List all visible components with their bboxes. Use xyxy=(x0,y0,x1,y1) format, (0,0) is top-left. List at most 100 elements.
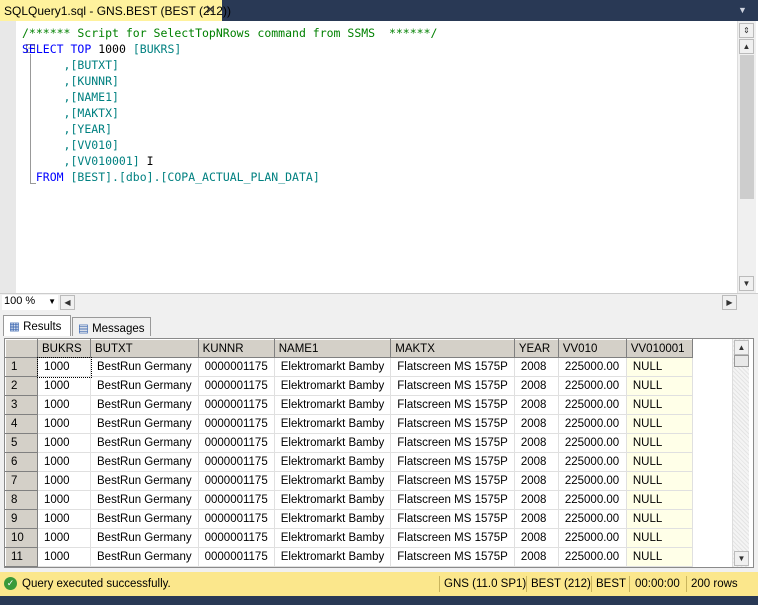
query-editor[interactable]: − /****** Script for SelectTopNRows comm… xyxy=(0,21,758,293)
results-grid[interactable]: BUKRS BUTXT KUNNR NAME1 MAKTX YEAR VV010… xyxy=(4,338,754,568)
table-cell[interactable]: 2008 xyxy=(513,490,559,510)
row-number[interactable]: 11 xyxy=(5,547,38,567)
editor-vertical-scrollbar[interactable]: ⇕ ▲ ▼ xyxy=(737,21,756,293)
document-tab[interactable]: SQLQuery1.sql - GNS.BEST (BEST (212)) ✕ xyxy=(0,0,231,21)
table-cell[interactable]: BestRun Germany xyxy=(90,471,199,491)
table-cell[interactable]: 225000.00 xyxy=(557,547,627,567)
table-cell[interactable]: NULL xyxy=(625,376,693,396)
table-cell[interactable]: 2008 xyxy=(513,452,559,472)
table-cell[interactable]: 0000001175 xyxy=(197,547,275,567)
table-cell[interactable]: BestRun Germany xyxy=(90,414,199,434)
table-row[interactable]: 3 1000 BestRun Germany 0000001175 Elektromar… xyxy=(5,395,693,415)
grid-vertical-scrollbar[interactable]: ▲ ▼ xyxy=(732,339,749,567)
table-cell[interactable]: 0000001175 xyxy=(197,376,275,396)
row-number[interactable]: 5 xyxy=(5,433,38,453)
table-cell[interactable]: 2008 xyxy=(513,357,559,377)
table-cell[interactable]: 2008 xyxy=(513,547,559,567)
split-icon[interactable]: ⇕ xyxy=(739,23,754,38)
table-cell[interactable]: 1000 xyxy=(37,414,91,434)
table-cell[interactable]: Elektromarkt Bamby xyxy=(273,433,392,453)
tab-messages[interactable]: ▤ Messages xyxy=(72,317,151,336)
table-cell[interactable]: 0000001175 xyxy=(197,490,275,510)
column-header[interactable]: KUNNR xyxy=(197,339,275,358)
column-header[interactable]: MAKTX xyxy=(390,339,515,358)
table-cell[interactable]: Flatscreen MS 1575P xyxy=(390,490,515,510)
scroll-up-icon[interactable]: ▲ xyxy=(734,340,749,355)
column-header[interactable]: VV010001 xyxy=(625,339,693,358)
table-cell[interactable]: 225000.00 xyxy=(557,528,627,548)
table-cell[interactable]: BestRun Germany xyxy=(90,547,199,567)
row-number[interactable]: 8 xyxy=(5,490,38,510)
table-cell[interactable]: BestRun Germany xyxy=(90,509,199,529)
table-cell[interactable]: NULL xyxy=(625,452,693,472)
table-cell[interactable]: 1000 xyxy=(37,547,91,567)
table-cell[interactable]: 1000 xyxy=(37,433,91,453)
table-cell[interactable]: 0000001175 xyxy=(197,471,275,491)
table-cell[interactable]: 0000001175 xyxy=(197,452,275,472)
table-cell[interactable]: NULL xyxy=(625,528,693,548)
corner-header[interactable] xyxy=(5,339,38,358)
table-cell[interactable]: 225000.00 xyxy=(557,509,627,529)
row-number[interactable]: 7 xyxy=(5,471,38,491)
zoom-select[interactable]: 100 % ▼ xyxy=(2,295,58,310)
code-text[interactable]: /****** Script for SelectTopNRows comman… xyxy=(22,25,437,185)
table-cell[interactable]: 1000 xyxy=(37,452,91,472)
table-cell[interactable]: BestRun Germany xyxy=(90,395,199,415)
scroll-down-icon[interactable]: ▼ xyxy=(734,551,749,566)
row-number[interactable]: 3 xyxy=(5,395,38,415)
table-cell[interactable]: Flatscreen MS 1575P xyxy=(390,414,515,434)
table-cell[interactable]: NULL xyxy=(625,509,693,529)
table-cell[interactable]: 225000.00 xyxy=(557,433,627,453)
table-cell[interactable]: 1000 xyxy=(37,471,91,491)
row-number[interactable]: 6 xyxy=(5,452,38,472)
table-cell[interactable]: NULL xyxy=(625,357,693,377)
table-cell[interactable]: 1000 xyxy=(36,356,92,378)
table-cell[interactable]: 225000.00 xyxy=(557,357,627,377)
table-cell[interactable]: 225000.00 xyxy=(557,452,627,472)
table-cell[interactable]: 2008 xyxy=(513,528,559,548)
table-row[interactable]: 1 1000 BestRun Germany 0000001175 Elektromar… xyxy=(5,356,693,378)
table-cell[interactable]: Elektromarkt Bamby xyxy=(273,414,392,434)
table-cell[interactable]: 225000.00 xyxy=(557,490,627,510)
table-cell[interactable]: 2008 xyxy=(513,433,559,453)
table-row[interactable]: 9 1000 BestRun Germany 0000001175 Elektromar… xyxy=(5,509,693,529)
table-cell[interactable]: 1000 xyxy=(37,395,91,415)
table-cell[interactable]: Flatscreen MS 1575P xyxy=(390,547,515,567)
table-cell[interactable]: NULL xyxy=(625,547,693,567)
table-cell[interactable]: 2008 xyxy=(513,395,559,415)
table-cell[interactable]: 225000.00 xyxy=(557,395,627,415)
table-cell[interactable]: 1000 xyxy=(37,490,91,510)
table-cell[interactable]: Flatscreen MS 1575P xyxy=(390,433,515,453)
table-cell[interactable]: BestRun Germany xyxy=(90,433,199,453)
scroll-up-icon[interactable]: ▲ xyxy=(739,39,754,54)
table-cell[interactable]: NULL xyxy=(625,490,693,510)
table-cell[interactable]: Flatscreen MS 1575P xyxy=(390,376,515,396)
row-number[interactable]: 1 xyxy=(5,357,38,377)
table-cell[interactable]: NULL xyxy=(625,395,693,415)
table-cell[interactable]: 0000001175 xyxy=(197,395,275,415)
table-cell[interactable]: 225000.00 xyxy=(557,414,627,434)
table-cell[interactable]: 2008 xyxy=(513,509,559,529)
table-cell[interactable]: 225000.00 xyxy=(557,376,627,396)
column-header[interactable]: VV010 xyxy=(557,339,627,358)
table-row[interactable]: 8 1000 BestRun Germany 0000001175 Elektromar… xyxy=(5,490,693,510)
column-header[interactable]: YEAR xyxy=(513,339,559,358)
table-row[interactable]: 2 1000 BestRun Germany 0000001175 Elektromar… xyxy=(5,376,693,396)
table-cell[interactable]: Flatscreen MS 1575P xyxy=(390,509,515,529)
table-cell[interactable]: Elektromarkt Bamby xyxy=(273,471,392,491)
table-cell[interactable]: BestRun Germany xyxy=(90,528,199,548)
table-cell[interactable]: 0000001175 xyxy=(197,357,275,377)
table-cell[interactable]: Elektromarkt Bamby xyxy=(273,490,392,510)
table-cell[interactable]: Elektromarkt Bamby xyxy=(273,452,392,472)
table-row[interactable]: 6 1000 BestRun Germany 0000001175 Elektromar… xyxy=(5,452,693,472)
table-cell[interactable]: Flatscreen MS 1575P xyxy=(390,395,515,415)
row-number[interactable]: 10 xyxy=(5,528,38,548)
table-cell[interactable]: Elektromarkt Bamby xyxy=(273,547,392,567)
table-cell[interactable]: 0000001175 xyxy=(197,509,275,529)
column-header[interactable]: NAME1 xyxy=(273,339,392,358)
table-cell[interactable]: 0000001175 xyxy=(197,414,275,434)
table-cell[interactable]: Elektromarkt Bamby xyxy=(273,395,392,415)
scroll-thumb[interactable] xyxy=(734,355,749,367)
row-number[interactable]: 9 xyxy=(5,509,38,529)
table-cell[interactable]: 0000001175 xyxy=(197,433,275,453)
